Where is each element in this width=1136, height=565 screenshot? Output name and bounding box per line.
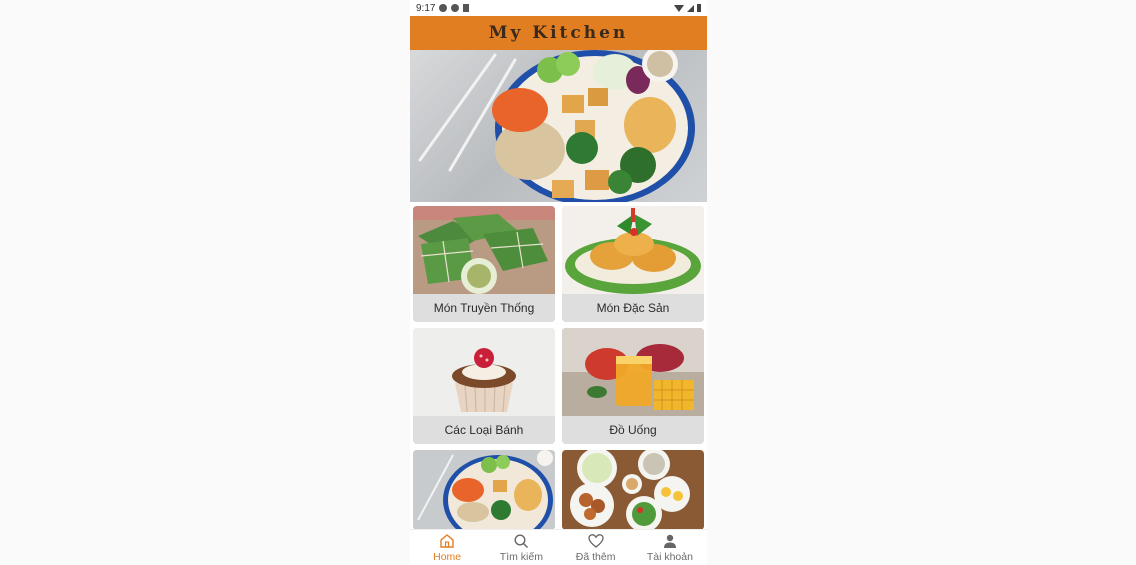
nav-label: Tài khoản [646,550,693,563]
category-card-meals[interactable] [562,450,704,530]
category-label: Món Đặc Sản [562,294,704,322]
notification-a-icon [439,4,448,12]
category-card-drinks[interactable]: Đồ Uống [562,328,704,444]
category-label: Các Loại Bánh [413,416,555,444]
category-card-healthy[interactable] [413,450,555,530]
signal-icon [687,4,694,12]
notification-sd-icon [463,4,470,12]
category-label: Món Truyền Thống [413,294,555,322]
category-grid: Món Truyền Thống Món Đặc Sản Các Loại Bá… [410,206,707,530]
nav-account[interactable]: Tài khoản [633,533,707,563]
user-icon [663,534,676,548]
hero-banner-image[interactable] [410,50,707,202]
vietnamese-meal-image [562,450,704,530]
salad-bowl-photo [418,50,695,202]
search-icon [514,533,529,548]
phone-screen: 9:17 My Kitchen Món Truyền Thống Món Đặc… [410,0,707,565]
status-bar: 9:17 [410,0,707,16]
home-icon [440,533,454,548]
cupcake-image [413,328,555,416]
category-card-specialty[interactable]: Món Đặc Sản [562,206,704,322]
nav-label: Đã thêm [575,550,616,563]
category-card-traditional[interactable]: Món Truyền Thống [413,206,555,322]
nav-saved[interactable]: Đã thêm [559,533,633,563]
app-bar: My Kitchen [410,16,707,50]
nav-label: Tìm kiếm [499,550,543,563]
nav-search[interactable]: Tìm kiếm [484,533,558,563]
heart-icon [587,533,604,548]
bottom-navigation: Home Tìm kiếm Đã thêm Tài khoản [410,529,707,565]
nav-home[interactable]: Home [410,533,484,563]
mango-juice-image [562,328,704,416]
status-time: 9:17 [416,2,436,14]
battery-icon [697,4,701,12]
fried-fish-cake-image [562,206,704,294]
category-label: Đồ Uống [562,416,704,444]
category-card-cakes[interactable]: Các Loại Bánh [413,328,555,444]
banh-chung-image [413,206,555,294]
notification-g-icon [451,4,460,12]
salad-bowl-thumbnail [413,450,555,530]
nav-label: Home [433,550,462,563]
app-title: My Kitchen [488,23,629,43]
wifi-icon [674,4,684,12]
